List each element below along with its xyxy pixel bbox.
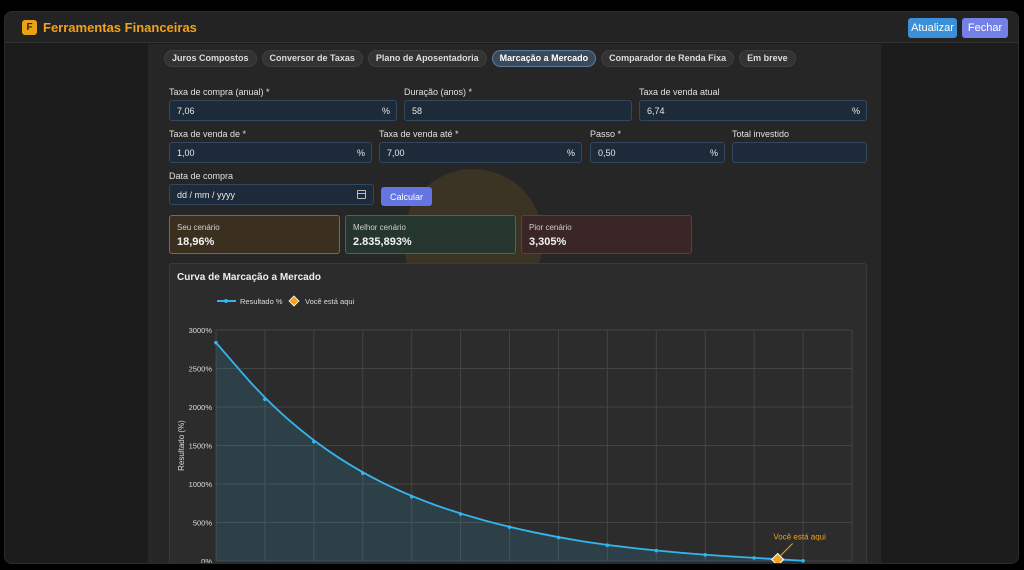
seu-cenario-card: Seu cenário 18,96% xyxy=(169,215,340,254)
data-point[interactable] xyxy=(263,397,267,402)
pior-cenario-value: 3,305% xyxy=(529,236,567,248)
data-point[interactable] xyxy=(312,439,316,444)
taxa-venda-ate-value: 7,00 xyxy=(387,148,405,158)
passo-value: 0,50 xyxy=(598,148,616,158)
taxa-venda-atual-label: Taxa de venda atual xyxy=(639,87,720,97)
tab-bar: Juros Compostos Conversor de Taxas Plano… xyxy=(164,50,796,68)
data-point[interactable] xyxy=(654,548,659,553)
tab-plano-aposentadoria[interactable]: Plano de Aposentadoria xyxy=(367,50,487,67)
taxa-venda-ate-label: Taxa de venda até * xyxy=(379,129,459,139)
left-margin xyxy=(5,44,148,563)
tab-conversor-taxas[interactable]: Conversor de Taxas xyxy=(261,50,363,67)
calendar-icon[interactable] xyxy=(357,190,366,199)
right-margin xyxy=(881,44,1018,563)
seu-cenario-value: 18,96% xyxy=(177,236,215,248)
data-compra-label: Data de compra xyxy=(169,171,234,181)
data-point[interactable] xyxy=(752,556,756,560)
y-tick-label: 1000% xyxy=(189,480,213,489)
app-title: Ferramentas Financeiras xyxy=(43,20,197,35)
y-tick-label: 2500% xyxy=(189,365,213,374)
calcular-button[interactable]: Calcular xyxy=(381,187,432,206)
passo-input[interactable]: 0,50 % xyxy=(590,142,725,163)
data-point[interactable] xyxy=(458,512,463,516)
data-compra-input[interactable]: dd / mm / yyyy xyxy=(169,184,374,205)
melhor-cenario-label: Melhor cenário xyxy=(353,223,406,232)
melhor-cenario-card: Melhor cenário 2.835,893% xyxy=(345,215,516,254)
passo-unit: % xyxy=(709,148,718,158)
taxa-compra-input[interactable]: 7,06 % xyxy=(169,100,397,121)
passo-label: Passo * xyxy=(590,129,622,139)
data-point[interactable] xyxy=(214,340,218,345)
duracao-value: 58 xyxy=(412,106,423,116)
mtm-chart[interactable]: 0% 500% 1000% 1500% 2000% 2500% 3000% Você est… xyxy=(170,264,868,564)
total-investido-input[interactable] xyxy=(732,142,867,163)
chart-legend: Resultado % Você está aqui xyxy=(217,295,355,307)
taxa-venda-ate-unit: % xyxy=(566,148,575,158)
update-button[interactable]: Atualizar xyxy=(908,18,957,38)
taxa-compra-unit: % xyxy=(381,106,390,116)
y-tick-label: 1500% xyxy=(189,442,213,451)
tab-marcacao-mercado[interactable]: Marcação a Mercado xyxy=(491,50,597,67)
highlight-label: Você está aqui xyxy=(773,533,826,542)
legend-line-dot xyxy=(224,299,228,303)
y-tick-label: 500% xyxy=(193,519,213,528)
y-tick-label: 2000% xyxy=(189,403,213,412)
data-point[interactable] xyxy=(507,525,512,529)
data-point[interactable] xyxy=(605,543,610,548)
y-tick-label: 0% xyxy=(201,557,212,564)
tab-juros-compostos[interactable]: Juros Compostos xyxy=(164,50,257,67)
chart-panel: Curva de Marcação a Mercado 0% 500% 1000% 1… xyxy=(169,263,868,564)
legend-diamond-swatch xyxy=(288,295,300,307)
data-point[interactable] xyxy=(801,558,805,563)
data-point[interactable] xyxy=(703,553,708,557)
pior-cenario-label: Pior cenário xyxy=(529,223,572,232)
y-tick-label: 3000% xyxy=(189,326,213,335)
seu-cenario-label: Seu cenário xyxy=(177,223,220,232)
taxa-venda-de-value: 1,00 xyxy=(177,148,195,158)
legend-resultado: Resultado % xyxy=(240,297,283,306)
duracao-input[interactable]: 58 xyxy=(404,100,632,121)
close-button[interactable]: Fechar xyxy=(962,18,1008,38)
main-content: Garimpo Deep Market Prospecting Juros Co… xyxy=(148,44,881,564)
y-axis-label: Resultado (%) xyxy=(177,420,186,471)
pior-cenario-card: Pior cenário 3,305% xyxy=(521,215,692,254)
highlight-marker-voce-esta-aqui[interactable] xyxy=(770,552,785,564)
taxa-venda-de-label: Taxa de venda de * xyxy=(169,129,247,139)
legend-voce-esta-aqui: Você está aqui xyxy=(305,297,355,306)
taxa-venda-ate-input[interactable]: 7,00 % xyxy=(379,142,582,163)
tab-em-breve[interactable]: Em breve xyxy=(739,50,796,67)
highlight-callout-line xyxy=(780,543,793,556)
taxa-compra-label: Taxa de compra (anual) * xyxy=(169,87,270,97)
tab-comparador-renda-fixa[interactable]: Comparador de Renda Fixa xyxy=(601,50,735,67)
melhor-cenario-value: 2.835,893% xyxy=(353,236,412,248)
taxa-venda-de-input[interactable]: 1,00 % xyxy=(169,142,372,163)
app-logo-icon: F xyxy=(22,20,37,35)
taxa-venda-de-unit: % xyxy=(356,148,365,158)
duracao-label: Duração (anos) * xyxy=(404,87,473,97)
data-point[interactable] xyxy=(360,471,365,476)
taxa-venda-atual-unit: % xyxy=(851,106,860,116)
taxa-venda-atual-input[interactable]: 6,74 % xyxy=(639,100,867,121)
data-compra-placeholder: dd / mm / yyyy xyxy=(177,190,236,200)
taxa-venda-atual-value: 6,74 xyxy=(647,106,665,116)
taxa-compra-value: 7,06 xyxy=(177,106,195,116)
total-investido-label: Total investido xyxy=(732,129,790,139)
data-point[interactable] xyxy=(556,535,561,540)
app-window: F Ferramentas Financeiras Atualizar Fech… xyxy=(4,11,1019,564)
data-point[interactable] xyxy=(409,494,414,499)
title-bar: F Ferramentas Financeiras Atualizar Fech… xyxy=(5,12,1018,43)
